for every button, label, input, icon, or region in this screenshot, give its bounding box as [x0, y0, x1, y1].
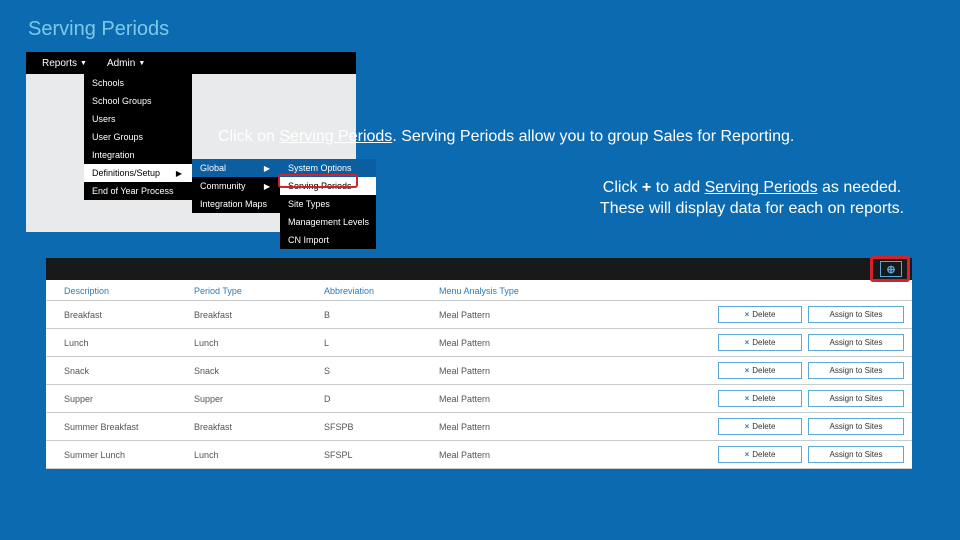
caret-down-icon: ▼: [138, 60, 145, 67]
caret-right-icon: ▶: [264, 182, 270, 191]
delete-button[interactable]: ×Delete: [718, 390, 802, 407]
cell-menu-analysis: Meal Pattern: [439, 450, 594, 460]
caret-right-icon: ▶: [176, 169, 182, 178]
cell-description: Summer Lunch: [54, 450, 194, 460]
menubar-admin-label: Admin: [107, 58, 135, 69]
menubar: Reports ▼ Admin ▼: [26, 52, 356, 74]
global-dropdown: System Options Serving Periods Site Type…: [280, 159, 376, 249]
highlight-plus-button: [870, 256, 910, 282]
col-header-description[interactable]: Description: [54, 286, 194, 296]
cell-period-type: Breakfast: [194, 422, 324, 432]
assign-to-sites-button[interactable]: Assign to Sites: [808, 446, 904, 463]
cell-description: Summer Breakfast: [54, 422, 194, 432]
definitions-dropdown: Global▶ Community▶ Integration Maps: [192, 159, 280, 213]
col-header-abbreviation[interactable]: Abbreviation: [324, 286, 439, 296]
cell-menu-analysis: Meal Pattern: [439, 422, 594, 432]
caret-right-icon: ▶: [264, 164, 270, 173]
delete-button[interactable]: ×Delete: [718, 306, 802, 323]
dd-item-users[interactable]: Users: [84, 110, 192, 128]
assign-to-sites-button[interactable]: Assign to Sites: [808, 306, 904, 323]
cell-description: Lunch: [54, 338, 194, 348]
dd-item-school-groups[interactable]: School Groups: [84, 92, 192, 110]
assign-to-sites-button[interactable]: Assign to Sites: [808, 390, 904, 407]
cell-description: Supper: [54, 394, 194, 404]
title-underline: [26, 44, 916, 45]
cell-period-type: Snack: [194, 366, 324, 376]
assign-to-sites-button[interactable]: Assign to Sites: [808, 418, 904, 435]
delete-button[interactable]: ×Delete: [718, 334, 802, 351]
dd-item-eoy[interactable]: End of Year Process: [84, 182, 192, 200]
caret-down-icon: ▼: [80, 60, 87, 67]
menubar-reports[interactable]: Reports ▼: [32, 58, 97, 69]
dd-item-community[interactable]: Community▶: [192, 177, 280, 195]
serving-periods-table: ⊕ Description Period Type Abbreviation M…: [46, 258, 912, 469]
cell-menu-analysis: Meal Pattern: [439, 338, 594, 348]
cell-abbreviation: SFSPL: [324, 450, 439, 460]
col-header-period-type[interactable]: Period Type: [194, 286, 324, 296]
admin-dropdown: Schools School Groups Users User Groups …: [84, 74, 192, 200]
delete-button[interactable]: ×Delete: [718, 446, 802, 463]
menubar-admin[interactable]: Admin ▼: [97, 58, 155, 69]
assign-to-sites-button[interactable]: Assign to Sites: [808, 362, 904, 379]
table-header-row: Description Period Type Abbreviation Men…: [46, 280, 912, 300]
table-row: LunchLunchLMeal Pattern×DeleteAssign to …: [46, 328, 912, 356]
instruction-click-serving-periods: Click on Serving Periods. Serving Period…: [218, 128, 794, 146]
cell-abbreviation: SFSPB: [324, 422, 439, 432]
table-row: Summer LunchLunchSFSPLMeal Pattern ×Delet…: [46, 440, 912, 469]
cell-description: Breakfast: [54, 310, 194, 320]
x-icon: ×: [745, 450, 750, 459]
dd-item-schools[interactable]: Schools: [84, 74, 192, 92]
delete-button[interactable]: ×Delete: [718, 362, 802, 379]
delete-button[interactable]: ×Delete: [718, 418, 802, 435]
x-icon: ×: [745, 422, 750, 431]
highlight-serving-periods: [278, 174, 358, 188]
cell-menu-analysis: Meal Pattern: [439, 366, 594, 376]
dd-item-user-groups[interactable]: User Groups: [84, 128, 192, 146]
dd-item-cn-import[interactable]: CN Import: [280, 231, 376, 249]
dd-item-integration[interactable]: Integration: [84, 146, 192, 164]
cell-abbreviation: B: [324, 310, 439, 320]
x-icon: ×: [745, 394, 750, 403]
cell-period-type: Breakfast: [194, 310, 324, 320]
dd-item-integration-maps[interactable]: Integration Maps: [192, 195, 280, 213]
menubar-reports-label: Reports: [42, 58, 77, 69]
table-row: Summer BreakfastBreakfastSFSPBMeal Patte…: [46, 412, 912, 440]
x-icon: ×: [745, 338, 750, 347]
dd-item-global[interactable]: Global▶: [192, 159, 280, 177]
cell-abbreviation: D: [324, 394, 439, 404]
table-toolbar: ⊕: [46, 258, 912, 280]
x-icon: ×: [745, 366, 750, 375]
table-row: BreakfastBreakfastBMeal Pattern×DeleteAs…: [46, 300, 912, 328]
cell-abbreviation: L: [324, 338, 439, 348]
table-row: SnackSnackSMeal Pattern×DeleteAssign to …: [46, 356, 912, 384]
cell-description: Snack: [54, 366, 194, 376]
table-row: SupperSupperDMeal Pattern×DeleteAssign t…: [46, 384, 912, 412]
dd-item-definitions[interactable]: Definitions/Setup▶: [84, 164, 192, 182]
cell-menu-analysis: Meal Pattern: [439, 394, 594, 404]
dd-item-site-types[interactable]: Site Types: [280, 195, 376, 213]
col-header-menu-analysis[interactable]: Menu Analysis Type: [439, 286, 594, 296]
cell-period-type: Lunch: [194, 338, 324, 348]
cell-menu-analysis: Meal Pattern: [439, 310, 594, 320]
page-title: Serving Periods: [28, 18, 169, 41]
assign-to-sites-button[interactable]: Assign to Sites: [808, 334, 904, 351]
instruction-click-plus: Click + to add Serving Periods as needed…: [592, 178, 912, 220]
cell-abbreviation: S: [324, 366, 439, 376]
dd-item-management-levels[interactable]: Management Levels: [280, 213, 376, 231]
x-icon: ×: [745, 310, 750, 319]
cell-period-type: Supper: [194, 394, 324, 404]
cell-period-type: Lunch: [194, 450, 324, 460]
